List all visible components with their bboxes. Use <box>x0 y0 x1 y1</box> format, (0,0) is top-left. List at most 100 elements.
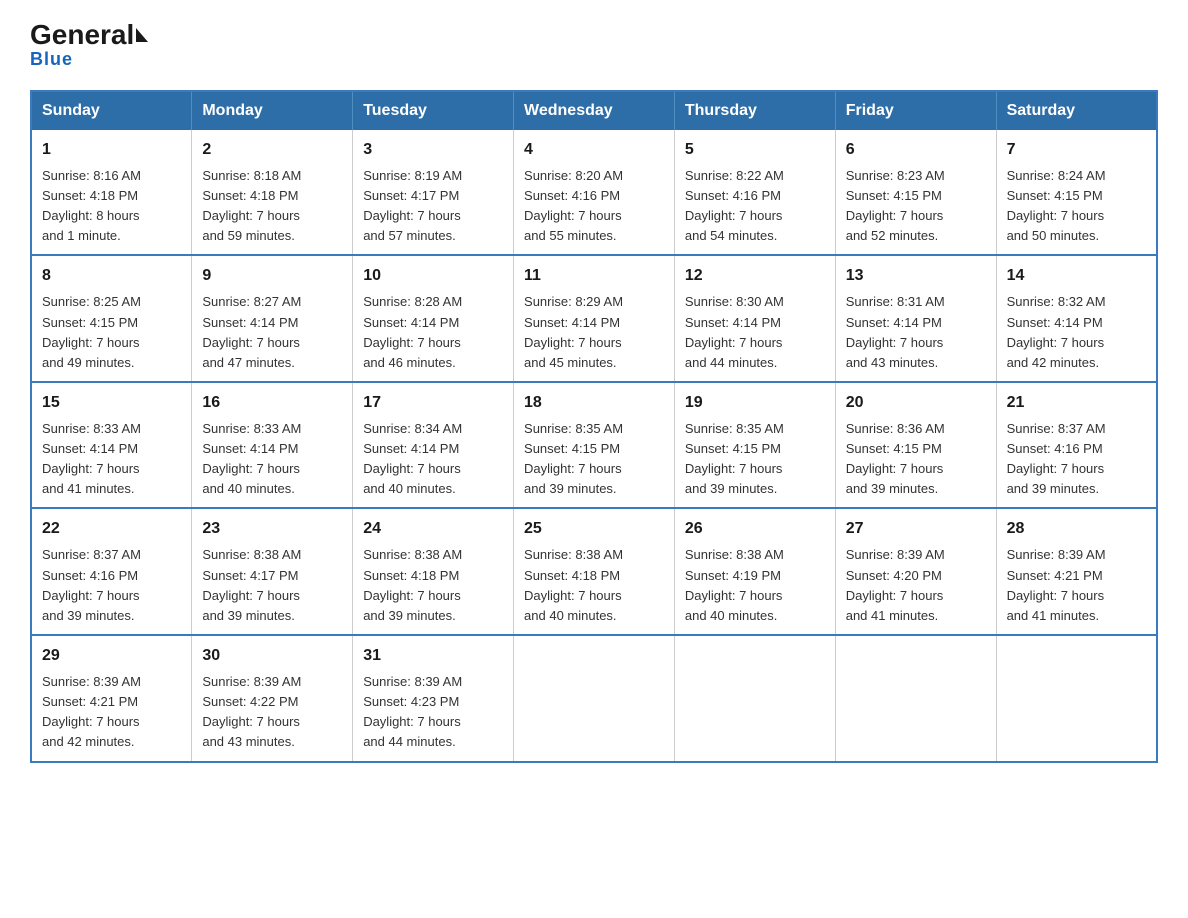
day-info: Sunrise: 8:16 AMSunset: 4:18 PMDaylight:… <box>42 168 141 243</box>
header-thursday: Thursday <box>674 91 835 130</box>
calendar-cell: 17 Sunrise: 8:34 AMSunset: 4:14 PMDaylig… <box>353 382 514 509</box>
day-number: 10 <box>363 264 503 288</box>
day-info: Sunrise: 8:38 AMSunset: 4:18 PMDaylight:… <box>363 547 462 622</box>
calendar-cell: 18 Sunrise: 8:35 AMSunset: 4:15 PMDaylig… <box>514 382 675 509</box>
day-number: 26 <box>685 517 825 541</box>
calendar-cell: 22 Sunrise: 8:37 AMSunset: 4:16 PMDaylig… <box>31 508 192 635</box>
day-number: 15 <box>42 391 181 415</box>
header-friday: Friday <box>835 91 996 130</box>
calendar-cell: 27 Sunrise: 8:39 AMSunset: 4:20 PMDaylig… <box>835 508 996 635</box>
day-number: 14 <box>1007 264 1146 288</box>
day-info: Sunrise: 8:39 AMSunset: 4:21 PMDaylight:… <box>1007 547 1106 622</box>
calendar-header-row: SundayMondayTuesdayWednesdayThursdayFrid… <box>31 91 1157 130</box>
calendar-cell <box>674 635 835 762</box>
calendar-cell: 19 Sunrise: 8:35 AMSunset: 4:15 PMDaylig… <box>674 382 835 509</box>
day-number: 6 <box>846 138 986 162</box>
day-info: Sunrise: 8:32 AMSunset: 4:14 PMDaylight:… <box>1007 294 1106 369</box>
calendar-week-4: 22 Sunrise: 8:37 AMSunset: 4:16 PMDaylig… <box>31 508 1157 635</box>
calendar-cell: 21 Sunrise: 8:37 AMSunset: 4:16 PMDaylig… <box>996 382 1157 509</box>
calendar-cell: 8 Sunrise: 8:25 AMSunset: 4:15 PMDayligh… <box>31 255 192 382</box>
day-number: 19 <box>685 391 825 415</box>
day-number: 1 <box>42 138 181 162</box>
day-number: 30 <box>202 644 342 668</box>
day-number: 25 <box>524 517 664 541</box>
day-info: Sunrise: 8:39 AMSunset: 4:20 PMDaylight:… <box>846 547 945 622</box>
calendar-cell: 26 Sunrise: 8:38 AMSunset: 4:19 PMDaylig… <box>674 508 835 635</box>
calendar-cell: 30 Sunrise: 8:39 AMSunset: 4:22 PMDaylig… <box>192 635 353 762</box>
calendar-cell: 4 Sunrise: 8:20 AMSunset: 4:16 PMDayligh… <box>514 130 675 256</box>
calendar-week-3: 15 Sunrise: 8:33 AMSunset: 4:14 PMDaylig… <box>31 382 1157 509</box>
calendar-week-5: 29 Sunrise: 8:39 AMSunset: 4:21 PMDaylig… <box>31 635 1157 762</box>
calendar-cell: 5 Sunrise: 8:22 AMSunset: 4:16 PMDayligh… <box>674 130 835 256</box>
logo-text: General <box>30 20 148 51</box>
calendar-cell: 23 Sunrise: 8:38 AMSunset: 4:17 PMDaylig… <box>192 508 353 635</box>
calendar-cell: 10 Sunrise: 8:28 AMSunset: 4:14 PMDaylig… <box>353 255 514 382</box>
day-info: Sunrise: 8:34 AMSunset: 4:14 PMDaylight:… <box>363 421 462 496</box>
day-info: Sunrise: 8:39 AMSunset: 4:22 PMDaylight:… <box>202 674 301 749</box>
calendar-cell: 20 Sunrise: 8:36 AMSunset: 4:15 PMDaylig… <box>835 382 996 509</box>
calendar-cell: 1 Sunrise: 8:16 AMSunset: 4:18 PMDayligh… <box>31 130 192 256</box>
day-number: 4 <box>524 138 664 162</box>
calendar-cell: 3 Sunrise: 8:19 AMSunset: 4:17 PMDayligh… <box>353 130 514 256</box>
day-number: 27 <box>846 517 986 541</box>
day-number: 12 <box>685 264 825 288</box>
day-info: Sunrise: 8:33 AMSunset: 4:14 PMDaylight:… <box>42 421 141 496</box>
day-info: Sunrise: 8:39 AMSunset: 4:21 PMDaylight:… <box>42 674 141 749</box>
day-number: 29 <box>42 644 181 668</box>
day-info: Sunrise: 8:35 AMSunset: 4:15 PMDaylight:… <box>524 421 623 496</box>
calendar-table: SundayMondayTuesdayWednesdayThursdayFrid… <box>30 90 1158 763</box>
day-info: Sunrise: 8:38 AMSunset: 4:19 PMDaylight:… <box>685 547 784 622</box>
day-info: Sunrise: 8:22 AMSunset: 4:16 PMDaylight:… <box>685 168 784 243</box>
calendar-cell: 2 Sunrise: 8:18 AMSunset: 4:18 PMDayligh… <box>192 130 353 256</box>
calendar-cell <box>514 635 675 762</box>
day-number: 28 <box>1007 517 1146 541</box>
day-info: Sunrise: 8:37 AMSunset: 4:16 PMDaylight:… <box>1007 421 1106 496</box>
calendar-cell: 28 Sunrise: 8:39 AMSunset: 4:21 PMDaylig… <box>996 508 1157 635</box>
calendar-cell <box>996 635 1157 762</box>
day-number: 16 <box>202 391 342 415</box>
calendar-cell: 6 Sunrise: 8:23 AMSunset: 4:15 PMDayligh… <box>835 130 996 256</box>
page-header: General Blue <box>30 20 1158 70</box>
day-number: 18 <box>524 391 664 415</box>
calendar-cell: 31 Sunrise: 8:39 AMSunset: 4:23 PMDaylig… <box>353 635 514 762</box>
day-info: Sunrise: 8:36 AMSunset: 4:15 PMDaylight:… <box>846 421 945 496</box>
calendar-cell: 12 Sunrise: 8:30 AMSunset: 4:14 PMDaylig… <box>674 255 835 382</box>
logo: General Blue <box>30 20 148 70</box>
day-number: 17 <box>363 391 503 415</box>
calendar-cell: 24 Sunrise: 8:38 AMSunset: 4:18 PMDaylig… <box>353 508 514 635</box>
calendar-cell: 7 Sunrise: 8:24 AMSunset: 4:15 PMDayligh… <box>996 130 1157 256</box>
day-info: Sunrise: 8:30 AMSunset: 4:14 PMDaylight:… <box>685 294 784 369</box>
header-monday: Monday <box>192 91 353 130</box>
day-info: Sunrise: 8:23 AMSunset: 4:15 PMDaylight:… <box>846 168 945 243</box>
day-number: 20 <box>846 391 986 415</box>
calendar-cell: 14 Sunrise: 8:32 AMSunset: 4:14 PMDaylig… <box>996 255 1157 382</box>
day-number: 2 <box>202 138 342 162</box>
day-info: Sunrise: 8:31 AMSunset: 4:14 PMDaylight:… <box>846 294 945 369</box>
day-info: Sunrise: 8:27 AMSunset: 4:14 PMDaylight:… <box>202 294 301 369</box>
calendar-cell: 16 Sunrise: 8:33 AMSunset: 4:14 PMDaylig… <box>192 382 353 509</box>
day-info: Sunrise: 8:39 AMSunset: 4:23 PMDaylight:… <box>363 674 462 749</box>
day-number: 13 <box>846 264 986 288</box>
day-info: Sunrise: 8:37 AMSunset: 4:16 PMDaylight:… <box>42 547 141 622</box>
day-number: 23 <box>202 517 342 541</box>
day-number: 8 <box>42 264 181 288</box>
day-info: Sunrise: 8:35 AMSunset: 4:15 PMDaylight:… <box>685 421 784 496</box>
calendar-week-1: 1 Sunrise: 8:16 AMSunset: 4:18 PMDayligh… <box>31 130 1157 256</box>
calendar-cell: 9 Sunrise: 8:27 AMSunset: 4:14 PMDayligh… <box>192 255 353 382</box>
calendar-cell: 11 Sunrise: 8:29 AMSunset: 4:14 PMDaylig… <box>514 255 675 382</box>
day-info: Sunrise: 8:38 AMSunset: 4:17 PMDaylight:… <box>202 547 301 622</box>
day-number: 24 <box>363 517 503 541</box>
day-info: Sunrise: 8:29 AMSunset: 4:14 PMDaylight:… <box>524 294 623 369</box>
day-number: 3 <box>363 138 503 162</box>
day-info: Sunrise: 8:19 AMSunset: 4:17 PMDaylight:… <box>363 168 462 243</box>
header-tuesday: Tuesday <box>353 91 514 130</box>
day-info: Sunrise: 8:38 AMSunset: 4:18 PMDaylight:… <box>524 547 623 622</box>
calendar-week-2: 8 Sunrise: 8:25 AMSunset: 4:15 PMDayligh… <box>31 255 1157 382</box>
day-number: 21 <box>1007 391 1146 415</box>
calendar-cell: 15 Sunrise: 8:33 AMSunset: 4:14 PMDaylig… <box>31 382 192 509</box>
day-number: 5 <box>685 138 825 162</box>
header-wednesday: Wednesday <box>514 91 675 130</box>
logo-blue-text: Blue <box>30 49 73 70</box>
day-info: Sunrise: 8:24 AMSunset: 4:15 PMDaylight:… <box>1007 168 1106 243</box>
calendar-cell: 29 Sunrise: 8:39 AMSunset: 4:21 PMDaylig… <box>31 635 192 762</box>
